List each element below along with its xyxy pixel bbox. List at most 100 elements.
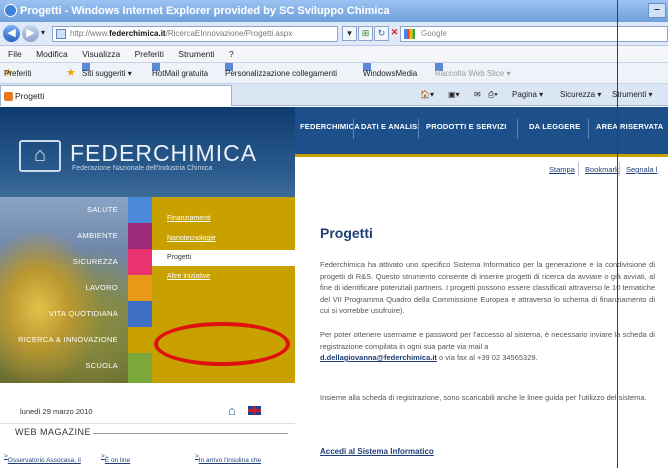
fav-label: Raccolta Web Slice ▾ — [435, 69, 511, 78]
web-magazine-header: WEB MAGAZINE — [0, 423, 295, 443]
submenu-progetti[interactable]: Progetti — [152, 250, 295, 266]
nav-separator — [418, 119, 419, 139]
web-magazine-title: WEB MAGAZINE — [15, 427, 92, 437]
url-path: /RicercaEInnovazione/Progetti.aspx — [165, 29, 293, 38]
web-page: ⌂ FEDERCHIMICA Federazione Nazionale del… — [0, 107, 668, 468]
nav-area-riservata[interactable]: AREA RISERVATA — [596, 122, 663, 131]
color-strip-salute — [128, 197, 152, 223]
stop-icon[interactable]: ✕ — [390, 26, 399, 41]
history-dropdown-icon[interactable]: ▾ — [41, 28, 45, 37]
color-strip-sicurezza — [128, 249, 152, 275]
home-icon[interactable]: 🏠▾ — [420, 84, 434, 106]
url-input[interactable]: http://www.federchimica.it/RicercaEInnov… — [52, 26, 338, 42]
refresh-icon[interactable]: ↻ — [374, 26, 389, 41]
nav-da-leggere[interactable]: DA LEGGERE — [529, 122, 580, 131]
print-link[interactable]: Stampa — [549, 165, 575, 174]
submenu-nanotecnologie[interactable]: Nanotecnologie — [167, 235, 216, 242]
tab-bar: Progetti 🏠▾ ▣▾ ✉ ⎙▾ Pagina ▾ Sicurezza ▾… — [0, 84, 668, 106]
link-text: In arrivo l'insulina che — [198, 457, 262, 464]
page-menu[interactable]: Pagina ▾ — [512, 84, 543, 106]
date-bar: lunedì 29 marzo 2010 ⌂ — [0, 383, 295, 423]
minimize-button[interactable]: – — [648, 3, 666, 18]
category-vita-quotidiana[interactable]: VITA QUOTIDIANA — [0, 301, 128, 327]
search-placeholder: Google — [421, 29, 447, 38]
menu-file[interactable]: File — [8, 49, 22, 59]
access-system-link[interactable]: Accedi al Sistema Informatico — [320, 447, 434, 456]
favorites-bar: ★ Preferiti ★ Siti suggeriti ▾ HotMail gr… — [0, 63, 668, 84]
home-icon[interactable]: ⌂ — [228, 403, 236, 418]
security-menu[interactable]: Sicurezza ▾ — [560, 84, 601, 106]
tab-label: Progetti — [15, 91, 45, 101]
web-magazine-divider — [93, 433, 288, 434]
link-text: È on line — [104, 457, 131, 464]
nav-separator — [517, 119, 518, 139]
site-logo[interactable]: ⌂ FEDERCHIMICA Federazione Nazionale del… — [0, 107, 295, 197]
tab-progetti[interactable]: Progetti — [0, 85, 232, 106]
tools-menu[interactable]: Strumenti ▾ — [612, 84, 652, 106]
submenu-altre-iniziative[interactable]: Altre iniziative — [167, 273, 210, 280]
menu-strumenti[interactable]: Strumenti — [178, 49, 214, 59]
forward-icon[interactable]: ▶ — [22, 25, 39, 42]
window-title: Progetti - Windows Internet Explorer pro… — [20, 5, 390, 17]
link-text: Osservatorio Assocasa, il — [7, 457, 81, 464]
category-ricerca-innovazione[interactable]: RICERCA & INNOVAZIONE — [0, 327, 128, 353]
report-link[interactable]: Segnala l — [626, 165, 657, 174]
url-dropdown-icon[interactable]: ▾ — [342, 26, 357, 41]
bookmark-link[interactable]: Bookmark — [585, 165, 619, 174]
url-domain: federchimica.it — [109, 29, 166, 38]
print-icon[interactable]: ⎙▾ — [488, 84, 498, 106]
menu-preferiti[interactable]: Preferiti — [135, 49, 164, 59]
left-category-menu: SALUTE AMBIENTE SICUREZZA LAVORO VITA QU… — [0, 197, 128, 383]
logo-subtitle: Federazione Nazionale dell'Industria Chi… — [72, 165, 213, 172]
email-link[interactable]: d.dellagiovanna@federchimica.it — [320, 353, 437, 362]
mail-icon[interactable]: ✉ — [474, 84, 481, 106]
top-navigation: FEDERCHIMICA DATI E ANALISI PRODOTTI E S… — [295, 107, 668, 157]
federchimica-emblem-icon: ⌂ — [19, 140, 61, 172]
category-lavoro[interactable]: LAVORO — [0, 275, 128, 301]
compatibility-icon[interactable]: ⊞ — [358, 26, 373, 41]
uk-flag-icon[interactable] — [247, 405, 262, 416]
menu-bar: File Modifica Visualizza Preferiti Strum… — [0, 46, 668, 63]
vertical-guide-line — [617, 0, 618, 468]
page-tools: Stampa Bookmark Segnala l — [295, 160, 668, 197]
feeds-icon[interactable]: ▣▾ — [448, 84, 460, 106]
google-icon — [404, 29, 415, 39]
category-scuola[interactable]: SCUOLA — [0, 353, 128, 379]
submenu-finanziamenti[interactable]: Finanziamenti — [167, 215, 211, 222]
nav-separator — [588, 119, 589, 139]
address-bar: ◀ ▶ ▾ http://www.federchimica.it/Ricerca… — [0, 22, 668, 46]
fav-label: Siti suggeriti ▾ — [82, 69, 132, 78]
fav-label: HotMail gratuita — [152, 69, 209, 78]
logo-name: FEDERCHIMICA — [70, 140, 258, 166]
fav-label: Personalizzazione collegamenti — [225, 69, 338, 78]
category-sicurezza[interactable]: SICUREZZA — [0, 249, 128, 275]
current-date: lunedì 29 marzo 2010 — [20, 407, 93, 416]
favorites-label: Preferiti — [4, 69, 32, 78]
fav-label: WindowsMedia — [363, 69, 418, 78]
page-title: Progetti — [320, 225, 373, 241]
nav-separator — [353, 119, 354, 139]
nav-dati-analisi[interactable]: DATI E ANALISI — [361, 122, 420, 131]
color-strip-lavoro — [128, 275, 152, 301]
fax-text: o via fax al +39 02 34565329. — [439, 353, 538, 362]
menu-help[interactable]: ? — [229, 49, 234, 59]
menu-visualizza[interactable]: Visualizza — [82, 49, 120, 59]
intro-paragraph: Federchimica ha attivato uno specifico S… — [320, 260, 655, 315]
magazine-link-2[interactable]: > È on line — [101, 453, 130, 464]
add-star-icon: ★ — [66, 67, 76, 79]
category-salute[interactable]: SALUTE — [0, 197, 128, 223]
red-highlight-oval — [154, 322, 290, 366]
page-icon — [56, 29, 66, 39]
category-ambiente[interactable]: AMBIENTE — [0, 223, 128, 249]
tools-separator — [619, 162, 620, 176]
tools-separator — [578, 162, 579, 176]
search-input[interactable]: Google — [400, 26, 668, 42]
nav-federchimica[interactable]: FEDERCHIMICA — [300, 122, 360, 131]
back-icon[interactable]: ◀ — [3, 25, 20, 42]
favicon-icon — [4, 92, 13, 101]
nav-prodotti-servizi[interactable]: PRODOTTI E SERVIZI — [426, 122, 507, 131]
menu-modifica[interactable]: Modifica — [36, 49, 68, 59]
url-prefix: http://www. — [70, 29, 110, 38]
magazine-link-1[interactable]: > Osservatorio Assocasa, il — [4, 453, 81, 464]
magazine-link-3[interactable]: > In arrivo l'insulina che — [195, 453, 261, 464]
